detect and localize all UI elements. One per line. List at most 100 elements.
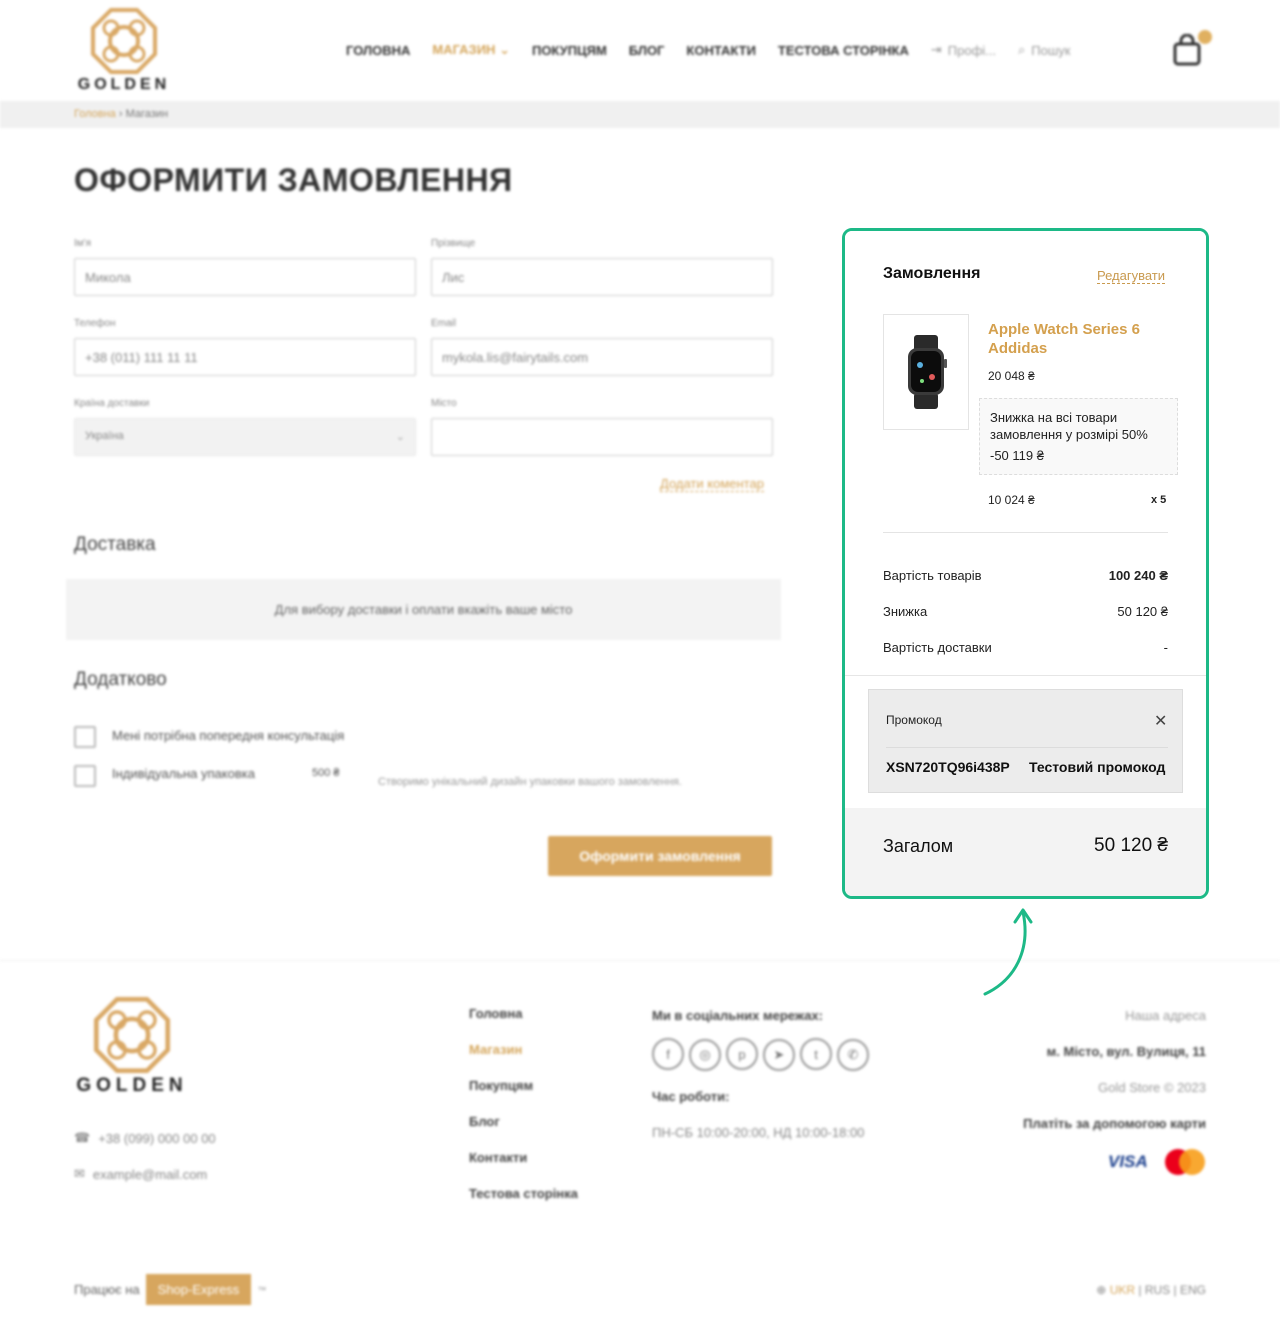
- footer-divider: [0, 960, 1280, 961]
- phone-input[interactable]: +38 (011) 111 11 11: [74, 338, 416, 376]
- logo-emblem-icon: [91, 8, 157, 74]
- header-logo[interactable]: GOLDEN: [74, 8, 174, 94]
- footer-phone[interactable]: ☎ +38 (099) 000 00 00: [74, 1130, 216, 1146]
- promo-name: Тестовий промокод: [1029, 759, 1166, 775]
- breadcrumb-current: Магазин: [125, 108, 169, 120]
- close-icon[interactable]: ✕: [1154, 711, 1167, 731]
- nav-test-page[interactable]: ТЕСТОВА СТОРІНКА: [778, 43, 909, 58]
- goods-cost-value: 100 240 ₴: [1108, 568, 1168, 583]
- nav-home[interactable]: ГОЛОВНА: [346, 43, 410, 58]
- whatsapp-icon[interactable]: ✆: [837, 1038, 869, 1071]
- email-label: Email: [431, 318, 457, 329]
- page-title: ОФОРМИТИ ЗАМОВЛЕННЯ: [74, 162, 513, 198]
- breadcrumb: Головна › Магазин: [74, 108, 168, 120]
- twitter-icon[interactable]: t: [800, 1038, 832, 1070]
- country-select[interactable]: Україна ⌄: [74, 418, 416, 456]
- nav-contacts[interactable]: КОНТАКТИ: [686, 43, 756, 58]
- mail-icon: ✉: [74, 1166, 85, 1181]
- delivery-notice: Для вибору доставки і оплати вкажіть ваш…: [66, 579, 781, 640]
- lang-ukr[interactable]: UKR: [1110, 1283, 1135, 1297]
- first-name-label: Ім'я: [74, 238, 91, 249]
- breadcrumb-separator: ›: [118, 108, 126, 120]
- address-heading: Наша адреса: [1125, 1008, 1206, 1023]
- lang-eng[interactable]: ENG: [1180, 1283, 1206, 1297]
- breadcrumb-home[interactable]: Головна: [74, 108, 116, 120]
- search-label: Пошук: [1031, 42, 1071, 58]
- product-image[interactable]: [883, 314, 969, 430]
- discount-box: Знижка на всі товари замовлення у розмір…: [979, 398, 1178, 475]
- city-input[interactable]: [431, 418, 773, 456]
- powered-suffix: ™: [257, 1284, 267, 1295]
- footer-nav-contacts[interactable]: Контакти: [469, 1150, 578, 1186]
- packaging-checkbox[interactable]: [74, 765, 96, 787]
- profile-label: Профі...: [947, 42, 996, 58]
- promo-label: Промокод: [886, 713, 942, 727]
- footer-phone-text: +38 (099) 000 00 00: [98, 1130, 216, 1146]
- delivery-cost-value: -: [1163, 640, 1168, 655]
- delivery-heading: Доставка: [74, 534, 156, 555]
- order-title: Замовлення: [883, 265, 981, 282]
- phone-icon: ☎: [74, 1130, 91, 1145]
- lang-rus[interactable]: RUS: [1145, 1283, 1170, 1297]
- cart-count-badge: [1198, 30, 1212, 44]
- divider: [845, 675, 1206, 676]
- submit-order-button[interactable]: Оформити замовлення: [548, 836, 772, 876]
- hours-heading: Час роботи:: [652, 1089, 730, 1104]
- instagram-icon[interactable]: ◎: [689, 1038, 721, 1071]
- promo-code-box: Промокод ✕ XSN720TQ96i438P Тестовий пром…: [868, 689, 1183, 793]
- footer-nav-home[interactable]: Головна: [469, 1006, 578, 1042]
- edit-order-link[interactable]: Редагувати: [1097, 268, 1166, 284]
- footer-nav-blog[interactable]: Блог: [469, 1114, 578, 1150]
- first-name-input[interactable]: Микола: [74, 258, 416, 296]
- total-label: Загалом: [883, 836, 954, 856]
- divider: [886, 747, 1168, 748]
- add-comment-link[interactable]: Додати коментар: [660, 476, 764, 492]
- telegram-icon[interactable]: ➤: [763, 1038, 795, 1071]
- footer-email[interactable]: ✉ example@mail.com: [74, 1166, 207, 1182]
- main-nav: ГОЛОВНА МАГАЗИН ⌄ ПОКУПЦЯМ БЛОГ КОНТАКТИ…: [346, 42, 1070, 58]
- product-name[interactable]: Apple Watch Series 6 Addidas: [988, 320, 1168, 358]
- last-name-label: Прізвище: [431, 238, 476, 249]
- discount-text: Знижка на всі товари замовлення у розмір…: [990, 410, 1148, 442]
- footer-nav-test-page[interactable]: Тестова сторінка: [469, 1186, 578, 1222]
- social-links: f ◎ p ➤ t ✆: [652, 1038, 874, 1071]
- order-summary-panel: Замовлення Редагувати Apple Watch Series…: [842, 228, 1209, 899]
- goods-cost-label: Вартість товарів: [883, 568, 982, 583]
- consult-checkbox[interactable]: [74, 726, 96, 748]
- search-icon: ⌕: [1018, 42, 1026, 57]
- footer-nav-customers[interactable]: Покупцям: [469, 1078, 578, 1114]
- divider: [883, 532, 1168, 533]
- breadcrumb-bar: [0, 101, 1280, 128]
- phone-label: Телефон: [74, 318, 116, 329]
- hours-text: ПН-СБ 10:00-20:00, НД 10:00-18:00: [652, 1125, 865, 1140]
- packaging-price: 500 ₴: [312, 767, 340, 779]
- profile-link[interactable]: ⇥ Профі...: [931, 42, 996, 58]
- nav-shop[interactable]: МАГАЗИН ⌄: [432, 42, 510, 58]
- country-value: Україна: [85, 430, 124, 442]
- language-switcher: ⊕ UKR | RUS | ENG: [1096, 1283, 1206, 1297]
- address-text: м. Місто, вул. Вулиця, 11: [1046, 1044, 1206, 1059]
- cards-heading: Платіть за допомогою карти: [1023, 1116, 1206, 1131]
- powered-prefix: Працює на: [74, 1282, 140, 1297]
- last-name-input[interactable]: Лис: [431, 258, 773, 296]
- logo-text: GOLDEN: [77, 76, 171, 93]
- footer-logo: GOLDEN: [74, 997, 190, 1097]
- nav-blog[interactable]: БЛОГ: [629, 43, 665, 58]
- city-label: Місто: [431, 398, 457, 409]
- chevron-down-icon: ⌄: [499, 42, 510, 57]
- country-label: Країна доставки: [74, 398, 150, 409]
- facebook-icon[interactable]: f: [652, 1038, 684, 1070]
- chevron-down-icon: ⌄: [395, 431, 405, 443]
- pinterest-icon[interactable]: p: [726, 1038, 758, 1070]
- search-link[interactable]: ⌕ Пошук: [1018, 42, 1070, 58]
- shop-express-link[interactable]: Shop-Express: [145, 1274, 252, 1305]
- logo-emblem-icon: [94, 997, 170, 1073]
- discount-label: Знижка: [883, 604, 928, 619]
- social-heading: Ми в соціальних мережах:: [652, 1008, 823, 1023]
- email-input[interactable]: mykola.lis@fairytails.com: [431, 338, 773, 376]
- footer-nav-shop[interactable]: Магазин: [469, 1042, 578, 1078]
- unit-price: 10 024 ₴: [988, 493, 1035, 507]
- highlight-arrow-icon: [983, 908, 1033, 996]
- consult-label: Мені потрібна попередня консультація: [112, 728, 345, 743]
- nav-customers[interactable]: ПОКУПЦЯМ: [532, 43, 607, 58]
